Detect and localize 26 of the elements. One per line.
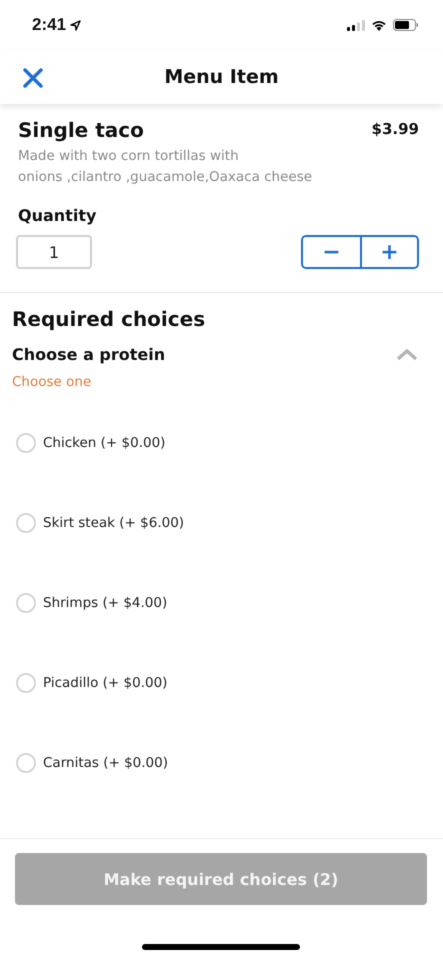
increment-button[interactable]: +: [360, 237, 417, 267]
battery-icon: [393, 19, 419, 31]
radio-button[interactable]: [16, 672, 36, 692]
item-description: Made with two corn tortillas with onions ,cilantro ,guacamole,Oaxaca cheese: [18, 147, 314, 187]
item-price: $3.99: [372, 120, 419, 138]
option-label[interactable]: Carnitas (+ $0.00): [43, 754, 168, 770]
radio-button[interactable]: [16, 592, 36, 612]
group-hint: Choose one: [12, 374, 92, 390]
option-label[interactable]: Skirt steak (+ $6.00): [43, 514, 184, 530]
signal-icon: [347, 20, 365, 30]
option-label[interactable]: Shrimps (+ $4.00): [43, 594, 168, 610]
screen-title: Menu Item: [164, 66, 279, 88]
section-title: Required choices: [12, 307, 206, 331]
radio-button[interactable]: [16, 512, 36, 532]
item-name: Single taco: [18, 118, 144, 142]
quantity-label: Quantity: [18, 206, 98, 225]
radio-button[interactable]: [16, 752, 36, 772]
option-label[interactable]: Chicken (+ $0.00): [43, 434, 166, 450]
wifi-icon: [371, 19, 387, 31]
option-label[interactable]: Picadillo (+ $0.00): [43, 674, 168, 690]
status-time: 2:41: [32, 15, 66, 35]
radio-button[interactable]: [16, 432, 36, 452]
group-title: Choose a protein: [12, 345, 166, 364]
collapse-button[interactable]: [396, 348, 418, 360]
quantity-field[interactable]: 1: [16, 235, 92, 269]
location-arrow-icon: [70, 20, 82, 30]
